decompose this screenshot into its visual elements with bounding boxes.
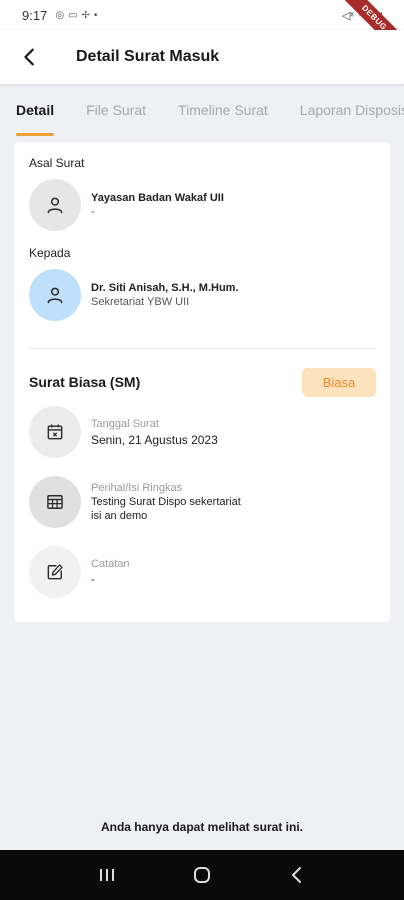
letter-notes-text: Catatan - xyxy=(91,558,130,587)
app-bar: Detail Surat Masuk xyxy=(0,30,404,84)
status-badge: Biasa xyxy=(302,368,376,397)
sender-avatar xyxy=(29,179,81,231)
recipient-section-label: Kepada xyxy=(29,246,71,260)
letter-notes-row: Catatan - xyxy=(29,545,369,599)
person-icon xyxy=(47,287,63,304)
letter-subject-row: Perihal/Isi Ringkas Testing Surat Dispo … xyxy=(29,475,369,529)
status-bar: 9:17 ◎ ▭ ✢ • ◁ˣ ◠ ◢ DEBUG xyxy=(0,0,404,67)
divider xyxy=(29,348,375,349)
mute-icon: ◁ˣ xyxy=(341,9,354,22)
letter-notes-value: - xyxy=(91,573,95,586)
page-title: Detail Surat Masuk xyxy=(76,48,220,65)
sender-sub: - xyxy=(91,206,95,218)
arrow-left-icon xyxy=(24,48,34,66)
tab-laporan-disposisi[interactable]: Laporan Disposisi xyxy=(284,84,404,136)
tab-timeline-surat[interactable]: Timeline Surat xyxy=(162,84,284,136)
recent-apps-button[interactable] xyxy=(87,855,127,895)
letter-date-value: Senin, 21 Agustus 2023 xyxy=(91,432,218,447)
sender-name: Yayasan Badan Wakaf UII xyxy=(91,192,224,204)
read-only-notice: Anda hanya dapat melihat surat ini. xyxy=(100,820,304,834)
date-icon-circle xyxy=(29,406,81,458)
letter-date-text: Tanggal Surat Senin, 21 Agustus 2023 xyxy=(91,418,218,447)
schedule-icon xyxy=(47,495,63,509)
edit-icon xyxy=(47,564,63,580)
letter-subject-text: Perihal/Isi Ringkas Testing Surat Dispo … xyxy=(91,482,241,523)
recipient-row: Dr. Siti Anisah, S.H., M.Hum. Sekretaria… xyxy=(29,268,369,322)
status-time: 9:17 xyxy=(22,7,48,23)
recipient-avatar xyxy=(29,269,81,321)
detail-card: Asal Surat Yayasan Badan Wakaf UII - Kep… xyxy=(14,142,390,622)
chevron-left-icon xyxy=(291,867,301,883)
dot-icon: • xyxy=(93,9,98,21)
person-icon xyxy=(47,197,63,214)
system-nav-bar xyxy=(0,850,404,900)
calendar-icon xyxy=(47,424,63,440)
letter-subject-value-line2: isi an demo xyxy=(91,509,148,522)
letter-notes-label: Catatan xyxy=(91,557,130,570)
letter-date-row: Tanggal Surat Senin, 21 Agustus 2023 xyxy=(29,405,369,459)
tab-file-surat[interactable]: File Surat xyxy=(70,84,162,136)
sender-text: Yayasan Badan Wakaf UII - xyxy=(91,192,224,218)
system-back-button[interactable] xyxy=(277,855,317,895)
letter-type: Surat Biasa (SM) xyxy=(29,374,141,390)
notes-icon-circle xyxy=(29,546,81,598)
tab-detail[interactable]: Detail xyxy=(0,84,70,136)
home-icon xyxy=(193,867,210,883)
letter-subject-label: Perihal/Isi Ringkas xyxy=(91,481,183,494)
tab-bar: Detail File Surat Timeline Surat Laporan… xyxy=(0,84,404,136)
back-button[interactable] xyxy=(0,30,60,84)
sender-row: Yayasan Badan Wakaf UII - xyxy=(29,178,369,232)
notification-icons: ◎ ▭ ✢ • xyxy=(55,10,97,21)
subject-icon-circle xyxy=(29,476,81,528)
recent-apps-icon xyxy=(100,869,115,881)
message-icon: ▭ xyxy=(68,9,78,21)
fan-icon: ✢ xyxy=(81,9,90,21)
home-button[interactable] xyxy=(182,855,222,895)
letter-date-label: Tanggal Surat xyxy=(91,417,159,430)
sender-section-label: Asal Surat xyxy=(29,156,85,170)
recipient-sub: Sekretariat YBW UII xyxy=(91,296,190,308)
whatsapp-icon: ◎ xyxy=(55,9,65,21)
recipient-name: Dr. Siti Anisah, S.H., M.Hum. xyxy=(91,282,239,294)
letter-subject-value-line1: Testing Surat Dispo sekertariat xyxy=(91,495,241,508)
recipient-text: Dr. Siti Anisah, S.H., M.Hum. Sekretaria… xyxy=(91,282,239,308)
